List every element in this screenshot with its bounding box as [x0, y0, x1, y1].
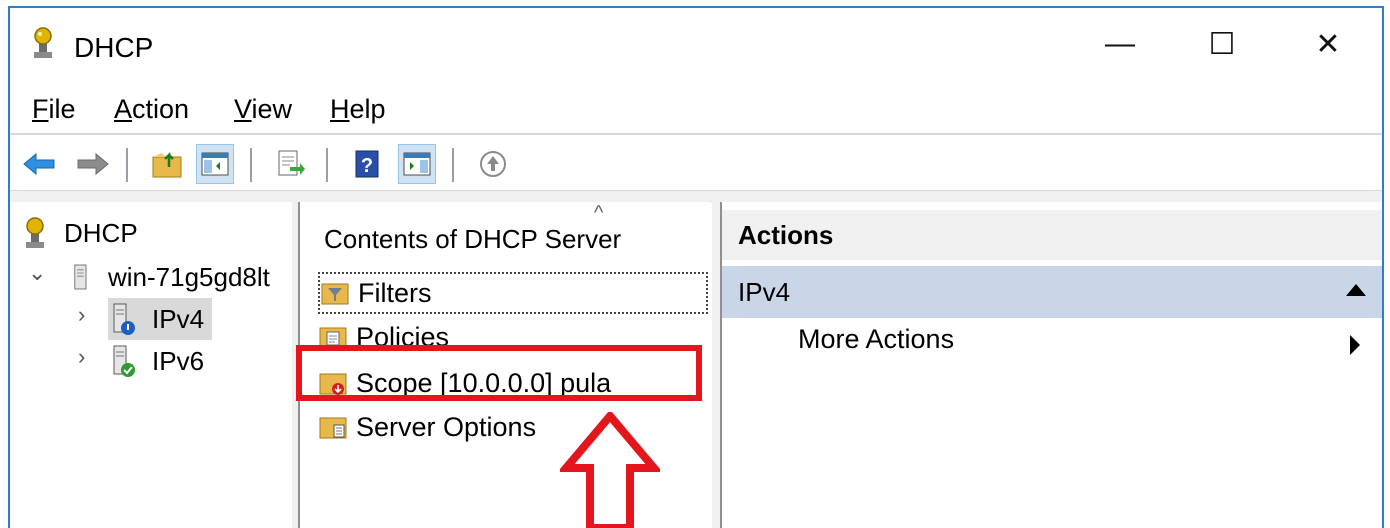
tree-node-label: IPv4	[152, 303, 205, 334]
tree-node-label: DHCP	[64, 217, 138, 248]
toolbar-separator	[452, 148, 454, 182]
forward-arrow-icon	[77, 152, 109, 176]
toolbar-separator	[250, 148, 252, 182]
actions-group-label: IPv4	[738, 276, 791, 307]
filter-folder-icon	[321, 283, 349, 305]
server-options-folder-icon	[319, 417, 347, 439]
minimize-button[interactable]: —	[1080, 18, 1160, 70]
up-folder-icon	[152, 151, 182, 178]
tree-node-label: win-71g5gd8lt	[108, 261, 270, 292]
menu-action[interactable]: Action	[114, 94, 189, 125]
chevron-right-icon[interactable]: ›	[78, 344, 85, 370]
svg-text:?: ?	[361, 155, 373, 177]
close-icon: ✕	[1315, 27, 1341, 61]
toolbar-separator	[326, 148, 328, 182]
submenu-triangle-icon[interactable]	[1350, 335, 1360, 355]
export-list-button[interactable]	[272, 144, 310, 184]
content-column-header[interactable]: Contents of DHCP Server	[324, 224, 621, 255]
menu-bar: File Action View Help	[10, 88, 1382, 132]
menu-help[interactable]: Help	[330, 94, 386, 125]
maximize-icon: ☐	[1208, 27, 1236, 61]
back-button[interactable]	[20, 144, 58, 184]
tree-node-ipv4[interactable]: IPv4	[108, 298, 213, 340]
server-icon	[74, 264, 87, 290]
list-item-filters[interactable]: Filters	[318, 272, 708, 314]
more-actions-item[interactable]: More Actions	[798, 324, 954, 355]
ipv6-server-icon	[113, 345, 135, 377]
back-arrow-icon	[23, 152, 55, 176]
sort-caret-icon: ^	[594, 202, 604, 224]
console-tree-pane: DHCP ⌄ win-71g5gd8lt › IPv4 › IPv6	[10, 202, 292, 528]
up-one-level-button[interactable]	[148, 144, 186, 184]
chevron-right-icon[interactable]: ›	[78, 302, 85, 328]
ipv4-server-icon	[113, 303, 135, 335]
tree-node-ipv6[interactable]: IPv6	[108, 340, 204, 382]
status-button[interactable]	[474, 144, 512, 184]
menu-file[interactable]: File	[32, 94, 76, 125]
list-item-label: Server Options	[356, 411, 537, 442]
show-hide-console-tree-icon	[201, 152, 229, 176]
collapse-triangle-icon[interactable]	[1346, 284, 1366, 296]
actions-group-ipv4[interactable]: IPv4	[722, 266, 1382, 318]
tree-node-dhcp[interactable]: DHCP	[20, 212, 138, 254]
toolbar: ?	[10, 138, 1382, 190]
toolbar-separator	[126, 148, 128, 182]
dhcp-icon	[26, 217, 44, 248]
menu-view[interactable]: View	[234, 94, 292, 125]
menubar-divider	[10, 133, 1382, 135]
title-bar: DHCP — ☐ ✕	[10, 8, 1382, 80]
list-item-label: Filters	[358, 277, 432, 308]
forward-button[interactable]	[74, 144, 112, 184]
dhcp-console-window: DHCP — ☐ ✕ File Action View Help ? DHCP …	[8, 6, 1384, 528]
show-hide-action-pane-button[interactable]	[398, 144, 436, 184]
minimize-icon: —	[1105, 27, 1135, 60]
annotation-up-arrow-icon	[560, 412, 660, 528]
tree-node-server[interactable]: win-71g5gd8lt	[70, 256, 270, 298]
list-item-server-options[interactable]: Server Options	[318, 406, 536, 448]
chevron-down-icon[interactable]: ⌄	[28, 260, 46, 286]
pane-splitter[interactable]	[712, 202, 720, 528]
status-up-icon	[480, 151, 506, 177]
show-hide-action-pane-icon	[403, 152, 431, 176]
maximize-button[interactable]: ☐	[1182, 18, 1262, 70]
window-title: DHCP	[74, 32, 154, 63]
tree-node-label: IPv6	[152, 345, 205, 376]
dhcp-app-icon	[34, 27, 52, 58]
actions-pane: Actions IPv4 More Actions	[720, 202, 1382, 528]
actions-header: Actions	[722, 210, 1382, 260]
help-button[interactable]: ?	[348, 144, 386, 184]
show-hide-console-tree-button[interactable]	[196, 144, 234, 184]
export-list-icon	[278, 150, 305, 176]
close-button[interactable]: ✕	[1288, 18, 1368, 70]
help-icon: ?	[355, 150, 379, 178]
annotation-highlight-box	[296, 345, 702, 401]
